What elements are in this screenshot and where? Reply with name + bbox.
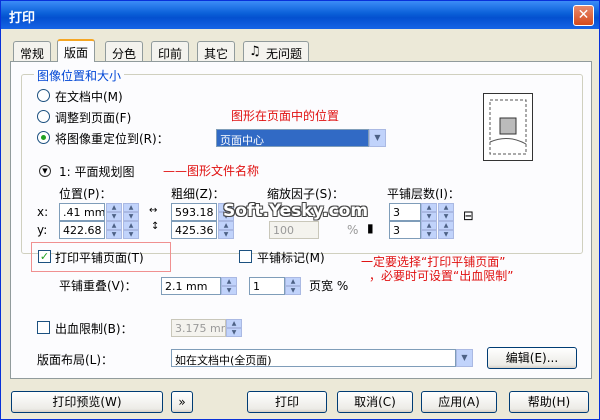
- reposition-select[interactable]: 页面中心: [216, 129, 369, 147]
- annotation-position: 图形在页面中的位置: [231, 109, 340, 123]
- tile-overlap-spinner[interactable]: ▲ ▼: [221, 277, 237, 295]
- reposition-dropdown-icon[interactable]: ▼: [369, 129, 386, 147]
- tile-x-input[interactable]: 3: [389, 203, 421, 221]
- x-position-input[interactable]: .41 mm: [59, 203, 105, 221]
- tile-marks-checkbox[interactable]: [239, 250, 252, 263]
- scale-label: 缩放因子(S)：: [267, 187, 344, 201]
- x-position-nudge[interactable]: ▲ ▼: [123, 203, 139, 221]
- y-position-spinner[interactable]: ▲ ▼: [106, 221, 122, 239]
- height-input[interactable]: 425.36: [171, 221, 217, 239]
- tab-misc[interactable]: 其它: [197, 41, 236, 61]
- bleed-limit-spinner[interactable]: ▲ ▼: [226, 319, 242, 337]
- height-arrows-icon: ↕: [151, 221, 160, 232]
- tile-marks-label: 平铺标记(M): [257, 251, 325, 265]
- radio-reposition-label: 将图像重定位到(R)：: [55, 132, 169, 146]
- expand-preview-button[interactable]: »: [171, 391, 193, 413]
- tab-separations[interactable]: 分色: [105, 41, 144, 61]
- page-layout-label: 版面布局(L)：: [37, 353, 114, 367]
- y-position-input[interactable]: 422.68: [59, 221, 105, 239]
- height-spinner[interactable]: ▲ ▼: [218, 221, 234, 239]
- radio-in-document[interactable]: [37, 89, 50, 102]
- tile-overlap-pages-spinner[interactable]: ▲ ▼: [285, 277, 301, 295]
- tab-no-issues[interactable]: ♫ 无问题: [243, 41, 310, 61]
- scale-lock-icon: ▮: [367, 221, 374, 235]
- tile-overlap-input[interactable]: 2.1 mm: [161, 277, 221, 295]
- print-dialog: 打印 ✕ 常规 版面 分色 印前 其它 ♫ 无问题 图像位置和大小 在文档中(M…: [0, 0, 600, 420]
- annotation-file: ——图形文件名称: [163, 164, 260, 178]
- tile-overlap-label: 平铺重叠(V)：: [59, 279, 137, 293]
- page-preview: [483, 93, 533, 161]
- width-input[interactable]: 593.18: [171, 203, 217, 221]
- tile-overlap-pages-input[interactable]: 1: [249, 277, 285, 295]
- tile-y-spinner[interactable]: ▲ ▼: [421, 221, 437, 239]
- page-preview-icon: [489, 99, 527, 155]
- radio-fit-to-page-label: 调整到页面(F): [55, 111, 132, 125]
- tile-overlap-pages-label: 页宽 %: [309, 279, 349, 293]
- cancel-button[interactable]: 取消(C): [337, 391, 413, 413]
- bleed-limit-input[interactable]: 3.175 mm: [171, 319, 226, 337]
- bleed-limit-checkbox[interactable]: [37, 321, 50, 334]
- title-bar: 打印 ✕: [1, 1, 599, 29]
- tab-prepress[interactable]: 印前: [151, 41, 190, 61]
- edit-layout-button[interactable]: 编辑(E)...: [487, 347, 577, 369]
- y-label: y:: [37, 223, 48, 237]
- apply-button[interactable]: 应用(A): [421, 391, 497, 413]
- tab-general[interactable]: 常规: [13, 41, 52, 61]
- size-label: 粗细(Z)：: [171, 187, 225, 201]
- position-label: 位置(P)：: [59, 187, 112, 201]
- window-title: 打印: [9, 11, 36, 26]
- width-arrows-icon: ↔: [149, 205, 158, 216]
- page-layout-dropdown-icon[interactable]: ▼: [456, 349, 473, 367]
- print-button[interactable]: 打印: [247, 391, 327, 413]
- help-button[interactable]: 帮助(H): [509, 391, 589, 413]
- print-tiled-pages-label: 打印平铺页面(T): [55, 251, 144, 265]
- close-button[interactable]: ✕: [573, 5, 594, 26]
- print-preview-button[interactable]: 打印预览(W): [11, 391, 163, 413]
- lock-icon[interactable]: ⊟: [463, 209, 474, 224]
- y-position-nudge[interactable]: ▲ ▼: [123, 221, 139, 239]
- radio-reposition[interactable]: [37, 131, 50, 144]
- scale-unit: %: [347, 223, 359, 237]
- plan-label: 1: 平面规划图: [59, 165, 135, 179]
- watermark: Soft.Yesky.com: [223, 201, 369, 221]
- tab-no-issues-label: 无问题: [266, 47, 303, 61]
- x-position-spinner[interactable]: ▲ ▼: [106, 203, 122, 221]
- x-label: x:: [37, 205, 49, 219]
- tile-count-label: 平铺层数(I)：: [387, 187, 460, 201]
- scale-input[interactable]: 100: [269, 221, 319, 239]
- radio-fit-to-page[interactable]: [37, 110, 50, 123]
- tab-layout[interactable]: 版面: [57, 39, 96, 62]
- page-layout-select[interactable]: 如在文档中(全页面): [171, 349, 456, 367]
- tile-y-input[interactable]: 3: [389, 221, 421, 239]
- collapse-toggle-icon[interactable]: ▼: [39, 165, 51, 177]
- issues-icon: ♫: [249, 44, 261, 59]
- tile-y-nudge[interactable]: ▲ ▼: [438, 221, 454, 239]
- print-tiled-pages-checkbox[interactable]: ✓: [38, 250, 51, 263]
- tile-x-spinner[interactable]: ▲ ▼: [421, 203, 437, 221]
- radio-in-document-label: 在文档中(M): [55, 90, 123, 104]
- bleed-limit-label: 出血限制(B)：: [55, 322, 133, 336]
- tile-x-nudge[interactable]: ▲ ▼: [438, 203, 454, 221]
- group-title: 图像位置和大小: [34, 67, 125, 84]
- annotation-tile-line2: ，必要时可设置“出血限制”: [369, 269, 514, 283]
